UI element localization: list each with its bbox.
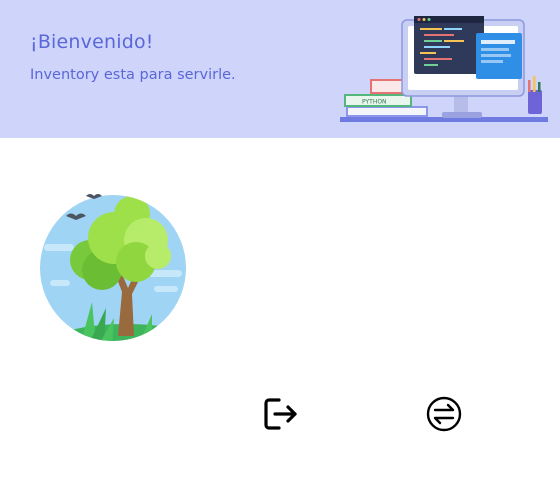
- welcome-banner: ¡Bienvenido! Inventory esta para servirl…: [0, 0, 560, 138]
- computer-desk-illustration: PYTHON: [340, 16, 548, 122]
- switch-arrows-icon: [426, 396, 462, 432]
- logout-icon: [264, 398, 297, 430]
- switch-account-button[interactable]: [422, 392, 466, 436]
- book-label: PYTHON: [362, 99, 387, 106]
- logout-button[interactable]: [258, 392, 302, 436]
- welcome-subtitle: Inventory esta para servirle.: [30, 67, 236, 83]
- welcome-card: ¡Bienvenido! Inventory esta para servirl…: [0, 0, 560, 480]
- welcome-title: ¡Bienvenido!: [30, 31, 154, 53]
- profile-avatar[interactable]: [36, 186, 190, 346]
